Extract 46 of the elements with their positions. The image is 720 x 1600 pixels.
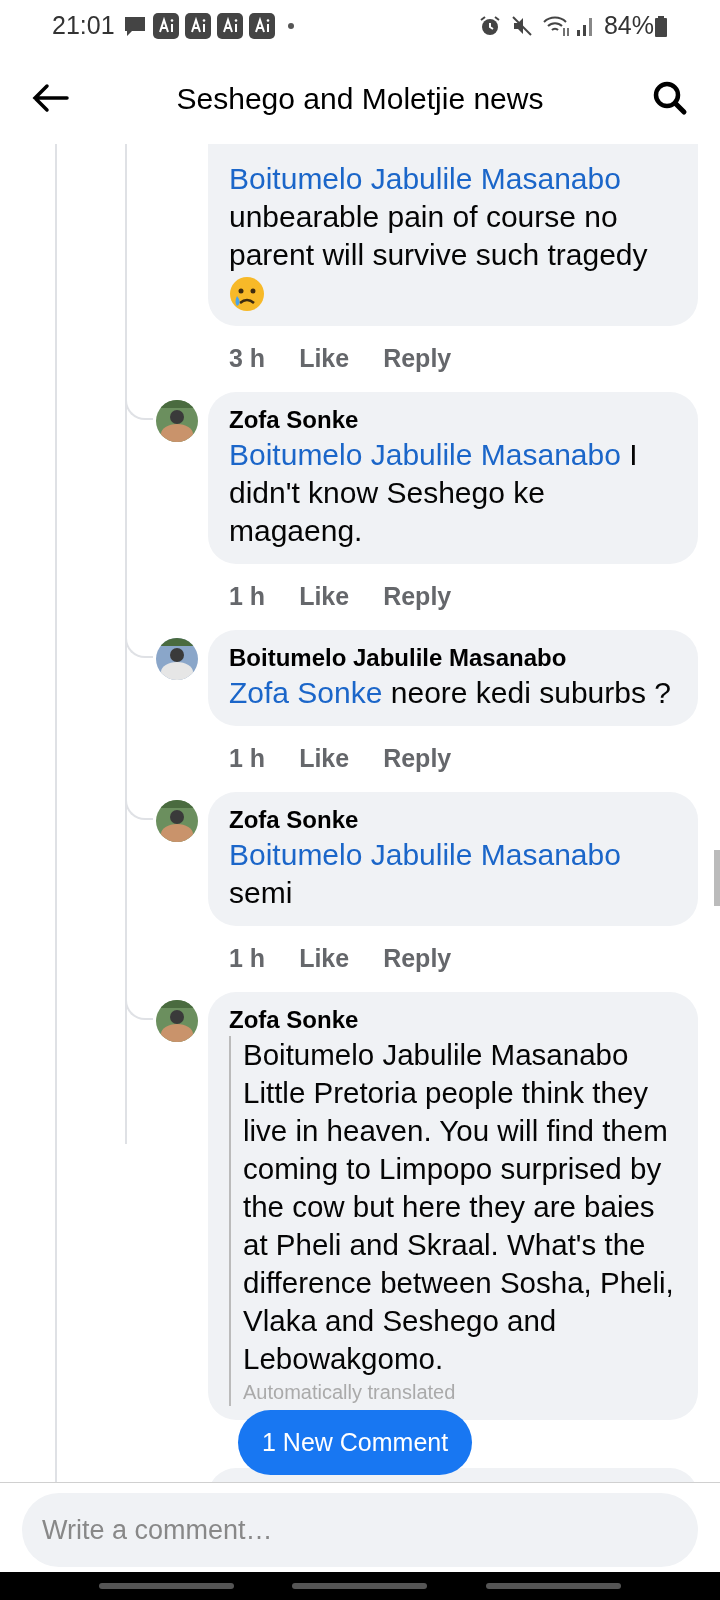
message-icon xyxy=(122,14,147,38)
scrollbar-icon xyxy=(714,850,720,906)
comment-text: Zofa Sonke neore kedi suburbs ? xyxy=(229,675,672,711)
comment-author[interactable]: Zofa Sonke xyxy=(229,404,677,436)
reply-link[interactable]: Reply xyxy=(383,740,452,778)
dot-icon xyxy=(286,22,295,30)
battery-percent: 84% xyxy=(603,10,654,42)
comment-input[interactable]: Write a comment… xyxy=(22,1493,698,1567)
like-link[interactable]: Like xyxy=(299,340,350,378)
comment-text: Boitumelo Jabulile Masanabo unbearable pain of course no parent will survive such tragedy xyxy=(229,161,649,273)
nav-bar-handle[interactable] xyxy=(99,1583,235,1589)
reply-link[interactable]: Reply xyxy=(383,340,452,378)
app-notification-icon xyxy=(152,13,179,39)
app-notification-icon xyxy=(248,13,275,39)
comment-time: 1 h xyxy=(229,943,266,975)
nav-bar-handle[interactable] xyxy=(485,1583,621,1589)
new-comment-button[interactable]: 1 New Comment xyxy=(238,1410,473,1475)
comment-time: 3 h xyxy=(229,343,266,375)
mention-link[interactable]: Boitumelo Jabulile Masanabo xyxy=(229,838,621,871)
comment-time: 1 h xyxy=(229,581,266,613)
comment-text: Boitumelo Jabulile Masanabo semi xyxy=(229,837,622,911)
like-link[interactable]: Like xyxy=(299,740,350,778)
search-icon xyxy=(652,80,688,116)
page-title: Seshego and Moletjie news xyxy=(176,80,544,117)
mention-link[interactable]: Boitumelo Jabulile Masanabo xyxy=(229,162,621,195)
like-link[interactable]: Like xyxy=(299,578,350,616)
comment-text: Boitumelo Jabulile Masanabo I didn't know Seshego ke magaeng. xyxy=(229,437,639,549)
status-time: 21:01 xyxy=(52,10,115,42)
comment-time: 1 h xyxy=(229,743,266,775)
mute-icon xyxy=(509,14,534,38)
reply-link[interactable]: Reply xyxy=(383,940,452,978)
mention-link[interactable]: Zofa Sonke xyxy=(229,676,383,709)
app-notification-icon xyxy=(184,13,211,39)
comment-author[interactable]: Boitumelo Jabulile Masanabo xyxy=(229,642,677,674)
comment-author[interactable]: Zofa Sonke xyxy=(229,1004,677,1036)
mention-link[interactable]: Boitumelo Jabulile Masanabo xyxy=(229,438,621,471)
like-link[interactable]: Like xyxy=(299,940,350,978)
back-arrow-icon xyxy=(31,83,69,113)
translation-note: Automatically translated xyxy=(243,1380,457,1405)
battery-icon xyxy=(654,14,668,38)
comment-text: Boitumelo Jabulile Masanabo Little Pretoria people think they live in heaven. You will find them coming to Limpopo surprised by the cow but here they are baies at Pheli and Skraal. What's the difference between Sosha, Pheli, Vlaka and Seshego and Lebowakgomo. xyxy=(243,1037,675,1377)
nav-bar-handle[interactable] xyxy=(292,1583,428,1589)
wifi-icon xyxy=(541,14,572,38)
reply-link[interactable]: Reply xyxy=(383,578,452,616)
comment-author[interactable]: Zofa Sonke xyxy=(229,804,677,836)
app-notification-icon xyxy=(216,13,243,39)
